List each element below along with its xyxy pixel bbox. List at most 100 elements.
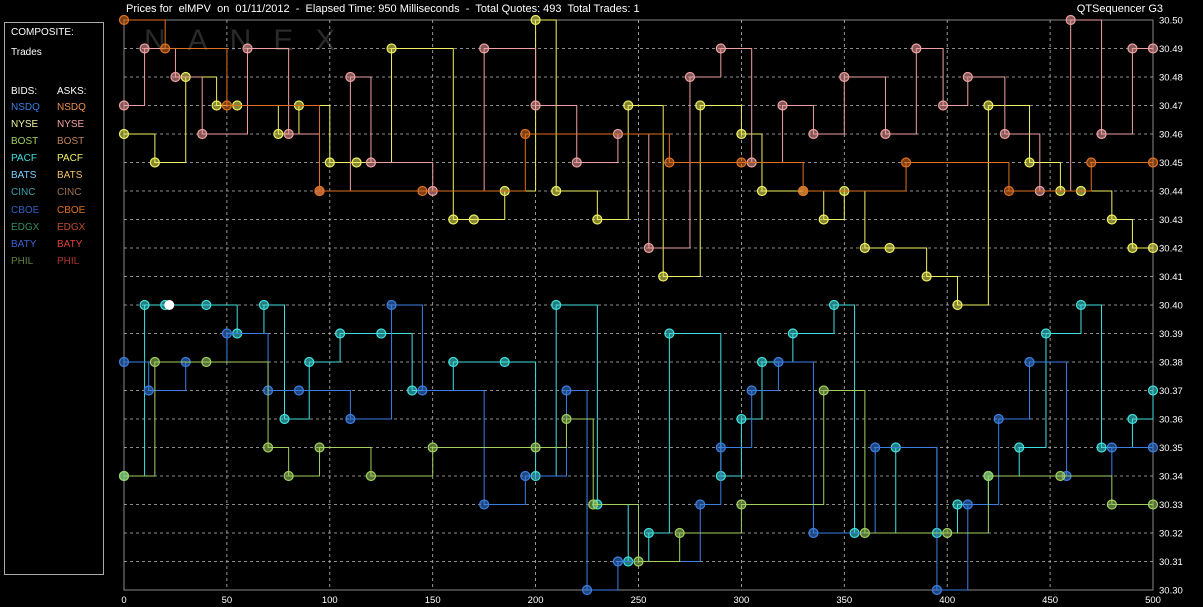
y-tick-label: 30.46 [1159, 130, 1183, 141]
quote-point [197, 128, 208, 140]
quote-point [314, 442, 325, 453]
price-chart: NANEX30.3030.3130.3230.3330.3430.3530.36… [118, 14, 1183, 606]
quote-point [520, 470, 531, 482]
quote-point [283, 470, 294, 482]
y-tick-label: 30.44 [1159, 187, 1183, 198]
quote-point [417, 385, 428, 396]
x-tick-label: 0 [121, 595, 126, 606]
quote-point [664, 328, 675, 339]
quote-point [1147, 157, 1159, 168]
quote-point [530, 100, 541, 111]
quote-point [1003, 185, 1015, 197]
quote-point [479, 499, 490, 510]
quote-point [448, 214, 459, 225]
quote-point [561, 385, 572, 396]
quote-point [345, 413, 356, 425]
quote-point [1106, 214, 1117, 225]
quote-point [386, 43, 397, 54]
x-tick-label: 250 [631, 595, 647, 606]
quote-point [1096, 442, 1107, 453]
quote-point [798, 185, 809, 197]
quote-point [1127, 43, 1138, 54]
quote-point [551, 299, 562, 311]
quote-point [499, 356, 510, 368]
x-tick-label: 50 [222, 595, 233, 606]
quote-point [983, 470, 994, 482]
quote-point [211, 100, 222, 111]
quote-point [787, 328, 798, 339]
quote-point [884, 242, 895, 254]
quote-point [118, 356, 130, 368]
y-tick-label: 30.32 [1159, 529, 1183, 540]
y-tick-label: 30.45 [1159, 158, 1183, 169]
quote-point [170, 71, 181, 83]
quote-point [1147, 242, 1159, 254]
quote-point [407, 385, 418, 396]
quote-point [201, 356, 212, 368]
quote-point [695, 499, 706, 510]
quote-point [1024, 356, 1035, 368]
quote-point [1147, 385, 1159, 396]
quote-point [1106, 499, 1117, 510]
quote-point [684, 71, 696, 83]
quote-point [695, 100, 706, 111]
quote-point [262, 442, 274, 453]
quote-point [1040, 328, 1052, 339]
y-tick-label: 30.34 [1159, 472, 1183, 483]
x-tick-label: 500 [1145, 595, 1161, 606]
quote-point [376, 328, 387, 339]
quote-point [736, 499, 747, 510]
quote-point [736, 157, 747, 168]
quote-point [859, 527, 870, 539]
quote-point [365, 157, 377, 168]
quote-point [1096, 128, 1107, 140]
y-tick-label: 30.43 [1159, 215, 1183, 226]
quote-point [1147, 442, 1159, 453]
quote-point [736, 128, 747, 140]
quote-point [365, 470, 377, 482]
quote-point [773, 356, 784, 368]
quote-point [283, 128, 294, 140]
quote-point [756, 356, 768, 368]
quote-point [633, 556, 644, 567]
quote-point [921, 271, 932, 282]
quote-point [592, 214, 603, 225]
quote-point [993, 413, 1004, 425]
y-tick-label: 30.39 [1159, 329, 1183, 340]
y-tick-label: 30.50 [1159, 16, 1183, 27]
quote-point [334, 328, 346, 339]
quote-point [427, 442, 438, 453]
quote-point [1147, 499, 1159, 510]
y-tick-label: 30.49 [1159, 44, 1183, 55]
quote-point [118, 100, 130, 111]
quote-point [571, 157, 582, 168]
quote-point [664, 157, 675, 168]
y-tick-label: 30.35 [1159, 443, 1183, 454]
y-tick-label: 30.37 [1159, 386, 1183, 397]
quote-point [258, 299, 270, 311]
x-tick-label: 100 [322, 595, 338, 606]
quote-point [983, 100, 994, 111]
quote-point [880, 128, 891, 140]
y-tick-label: 30.36 [1159, 415, 1183, 426]
quote-point [143, 385, 154, 396]
quote-point [530, 14, 541, 26]
quote-point [304, 356, 315, 368]
quote-point [118, 14, 130, 26]
quote-point [1055, 470, 1066, 482]
quote-point [911, 43, 922, 54]
x-tick-label: 300 [733, 595, 749, 606]
x-tick-label: 400 [939, 595, 955, 606]
quote-point [612, 556, 624, 567]
quote-point [777, 100, 788, 111]
quote-point [1127, 242, 1138, 254]
quote-point [324, 157, 335, 168]
quote-point [468, 214, 479, 225]
quote-point [937, 100, 949, 111]
quote-point [839, 71, 850, 83]
quote-point [643, 527, 654, 539]
quote-point [581, 584, 593, 596]
quote-point [1127, 413, 1138, 425]
quote-point [149, 356, 160, 368]
quote-point [561, 413, 572, 425]
